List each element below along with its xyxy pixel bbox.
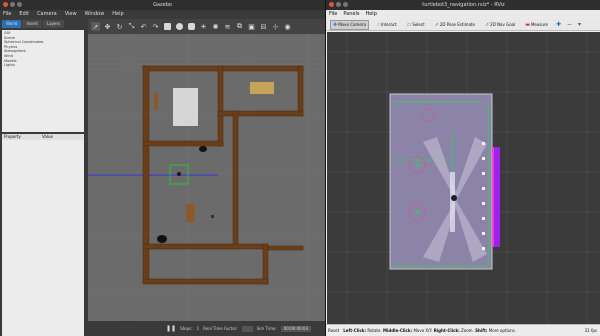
undo-icon[interactable]: ↶ [139,22,148,31]
pose-estimate-icon: ➚ [434,21,439,28]
tab-world[interactable]: World [2,20,22,28]
rviz-3d-view[interactable] [327,32,600,324]
tool-label: Interact [380,22,397,27]
rotate-icon[interactable]: ↻ [115,22,124,31]
scale-icon[interactable]: ⤡ [127,22,136,31]
map-render [327,32,600,324]
world-tree: GUI Scene Spherical Coordinates Physics … [2,30,84,132]
middle-click-label: Middle-Click: [383,328,413,333]
gazebo-titlebar: Gazebo [0,0,325,10]
fps-readout: 31 fps [584,328,597,333]
gazebo-toolbar: ➚ ✥ ↻ ⤡ ↶ ↷ ☀ ✺ ≋ ⧉ ▣ ⊟ ⊹ ◉ [88,19,325,34]
gazebo-statusbar: ❚❚ Steps: 1 Real Time Factor: Sim Time: … [88,321,325,336]
minimize-icon[interactable] [336,2,341,7]
close-icon[interactable] [329,2,334,7]
menu-help[interactable]: Help [112,10,123,19]
sidebar-tabs: World Insert Layers [2,20,86,28]
menu-file[interactable]: File [329,10,337,19]
nav-goal-icon: ➚ [484,21,490,28]
menu-camera[interactable]: Camera [37,10,57,19]
rviz-toolbar: ✥ Move Camera ☝ Interact ▭ Select ➚ 2D Pose … [326,19,600,31]
left-click-text: Rotate. [367,328,382,333]
tool-label: Move Camera [338,22,366,27]
steps-value: 1 [196,326,200,331]
select-arrow-icon[interactable]: ➚ [91,22,100,31]
select-icon: ▭ [406,21,412,28]
tool-interact[interactable]: ☝ Interact [375,21,399,29]
menu-help[interactable]: Help [365,10,376,19]
window-controls [3,2,22,7]
align-icon[interactable]: ⊟ [259,22,268,31]
add-tool-icon[interactable]: ✚ [556,21,561,28]
paste-icon[interactable]: ▣ [247,22,256,31]
right-click-label: Right-Click: [433,328,460,333]
menu-view[interactable]: View [65,10,77,19]
tool-label: 2D Pose Estimate [439,22,475,27]
right-click-text: Zoom. [461,328,474,333]
tool-label: Select [412,22,425,27]
scene-render [88,34,325,321]
close-icon[interactable] [3,2,8,7]
dir-light-icon[interactable]: ≋ [223,22,232,31]
shift-label: Shift: [475,328,488,333]
interact-icon: ☝ [376,21,380,28]
rviz-window: turtlebot3_navigation.rviz* - RViz File … [325,0,600,336]
tab-layers[interactable]: Layers [42,20,65,28]
left-click-label: Left-Click: [343,328,367,333]
sphere-shape-icon[interactable] [175,22,184,31]
maximize-icon[interactable] [343,2,348,7]
measure-icon: ▬ [525,21,530,28]
rviz-statusbar: Reset Left-Click: Rotate. Middle-Click: … [326,324,600,336]
menu-window[interactable]: Window [85,10,105,19]
reset-button[interactable]: Reset [328,328,339,333]
steps-label: Steps: [180,326,193,331]
tool-2d-nav-goal[interactable]: ➚ 2D Nav Goal [483,21,517,29]
shift-text: More options. [488,328,516,333]
gazebo-3d-view[interactable] [88,34,325,321]
spot-light-icon[interactable]: ✺ [211,22,220,31]
tool-properties-icon[interactable]: ▾ [578,21,581,28]
redo-icon[interactable]: ↷ [151,22,160,31]
gazebo-window: Gazebo File Edit Camera View Window Help… [0,0,325,336]
tab-insert[interactable]: Insert [22,20,42,28]
window-controls [329,2,348,7]
remove-tool-icon[interactable]: − [567,21,572,28]
snap-icon[interactable]: ⊹ [271,22,280,31]
copy-icon[interactable]: ⧉ [235,22,244,31]
rviz-titlebar: turtlebot3_navigation.rviz* - RViz [326,0,600,10]
move-camera-icon: ✥ [333,21,338,28]
maximize-icon[interactable] [17,2,22,7]
tool-select[interactable]: ▭ Select [405,21,427,29]
sim-time-value: 00:00:00:03 [280,325,312,332]
rviz-title: turtlebot3_navigation.rviz* - RViz [422,2,505,8]
gazebo-title: Gazebo [153,2,172,8]
tool-label: Measure [530,22,548,27]
tool-2d-pose-estimate[interactable]: ➚ 2D Pose Estimate [433,21,477,29]
rviz-menubar: File Panels Help [326,10,600,19]
screenshot-icon[interactable]: ◉ [283,22,292,31]
rtf-value [241,325,253,332]
box-shape-icon[interactable] [163,22,172,31]
menu-panels[interactable]: Panels [343,10,359,19]
tree-item[interactable]: Lights [4,63,82,68]
tool-label: 2D Nav Goal [490,22,516,27]
light-icon[interactable]: ☀ [199,22,208,31]
middle-click-text: Move X/Y. [413,328,433,333]
rtf-label: Real Time Factor: [203,326,238,331]
menu-file[interactable]: File [3,10,11,19]
translate-icon[interactable]: ✥ [103,22,112,31]
menu-edit[interactable]: Edit [19,10,29,19]
pause-icon[interactable]: ❚❚ [166,325,176,332]
gazebo-sidebar: World Insert Layers GUI Scene Spherical … [0,19,89,336]
cylinder-shape-icon[interactable] [187,22,196,31]
gazebo-menubar: File Edit Camera View Window Help [0,10,325,19]
property-panel [2,140,84,336]
sim-time-label: Sim Time: [256,326,277,331]
minimize-icon[interactable] [10,2,15,7]
tool-measure[interactable]: ▬ Measure [523,21,550,29]
tool-move-camera[interactable]: ✥ Move Camera [330,19,369,30]
